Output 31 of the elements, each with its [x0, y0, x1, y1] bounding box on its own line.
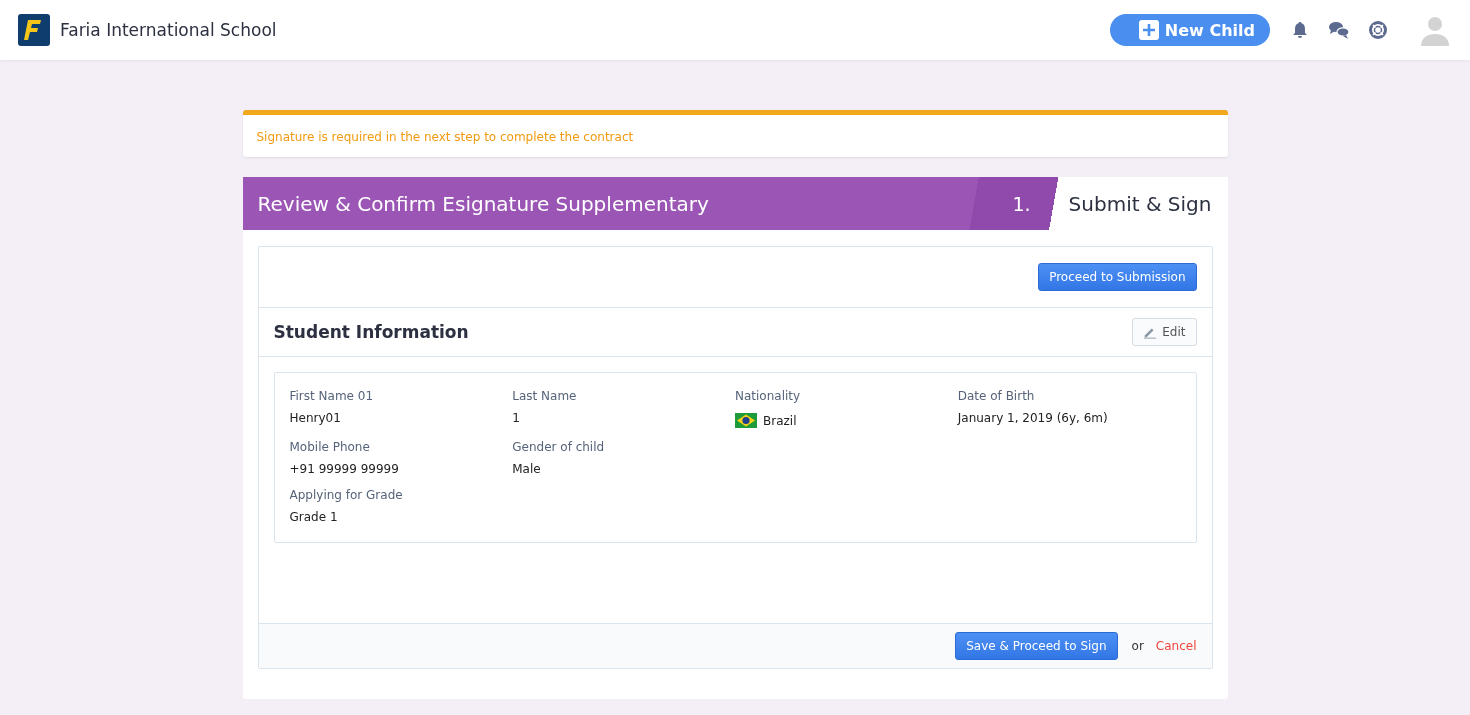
field-label: First Name 01 — [289, 389, 374, 403]
plus-icon — [1138, 20, 1159, 40]
field-label: Date of Birth — [957, 389, 1035, 403]
step-label: Submit & Sign — [1068, 191, 1212, 216]
field-value: +91 99999 99999 — [289, 462, 399, 476]
field-value: Male — [512, 462, 541, 476]
proceed-to-submission-button[interactable]: Proceed to Submission — [1038, 263, 1197, 291]
field-value: 1 — [512, 411, 520, 425]
flag-icon — [735, 413, 757, 428]
field-label: Gender of child — [512, 440, 605, 454]
field-value: Henry01 — [289, 411, 341, 425]
field-label: Nationality — [735, 389, 801, 403]
or-text: or — [1131, 639, 1144, 653]
chat-bubbles-icon[interactable] — [1328, 20, 1350, 40]
cancel-link[interactable]: Cancel — [1155, 639, 1197, 653]
field-label: Last Name — [512, 389, 577, 403]
section-title: Student Information — [273, 322, 469, 342]
field-label: Mobile Phone — [289, 440, 370, 454]
alert-message: Signature is required in the next step to complete the contract — [256, 130, 634, 144]
save-and-proceed-button[interactable]: Save & Proceed to Sign — [955, 632, 1118, 660]
field-value: Brazil — [763, 413, 797, 428]
step-number: 1. — [1012, 192, 1031, 215]
field-label: Applying for Grade — [289, 488, 403, 502]
edit-button[interactable]: Edit — [1132, 318, 1197, 346]
field-value: January 1, 2019 (6y, 6m) — [957, 411, 1108, 425]
new-child-button[interactable]: New Child — [1109, 14, 1270, 46]
school-logo-icon — [18, 14, 50, 46]
help-lifebuoy-icon[interactable] — [1368, 20, 1388, 40]
field-value: Grade 1 — [289, 510, 338, 524]
school-name: Faria International School — [60, 20, 277, 40]
form-title: Review & Confirm Esignature Supplementary — [256, 191, 709, 216]
